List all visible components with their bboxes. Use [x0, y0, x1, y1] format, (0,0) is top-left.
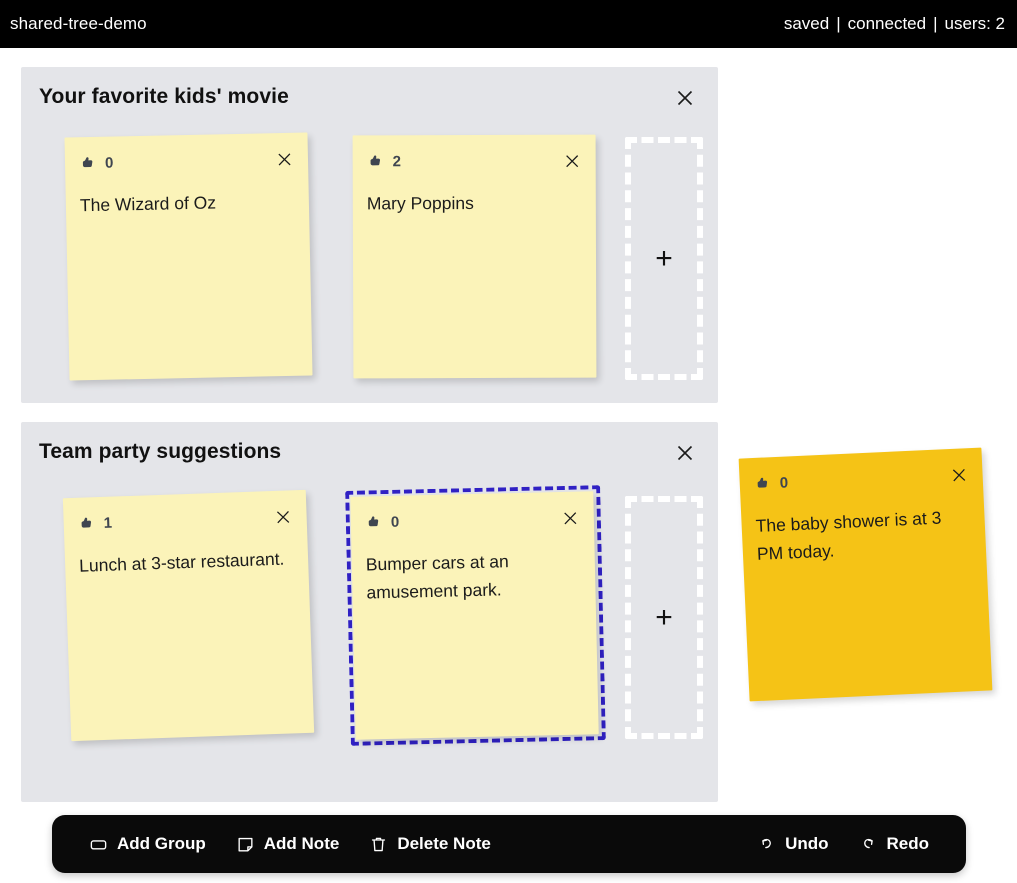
vote-count: 0	[390, 513, 400, 531]
note-text[interactable]: Mary Poppins	[367, 189, 582, 218]
note-slot: 2 Mary Poppins	[329, 134, 615, 385]
undo-label: Undo	[785, 834, 829, 853]
close-icon	[277, 152, 291, 166]
floating-note-wrapper: 0 The baby shower is at 3 PM today.	[738, 447, 993, 702]
vote-count: 0	[779, 473, 789, 492]
add-note-slot: +	[615, 135, 715, 385]
close-icon	[565, 154, 578, 167]
close-icon	[677, 90, 693, 106]
group-title-0: Your favorite kids' movie	[39, 85, 289, 108]
close-icon	[276, 510, 289, 523]
add-note-slot: +	[615, 494, 715, 744]
sticky-note-floating[interactable]: 0 The baby shower is at 3 PM today.	[738, 447, 993, 702]
thumbs-up-icon	[82, 156, 93, 167]
note-close-button[interactable]	[948, 464, 969, 485]
group-notes-row-1: 1 Lunch at 3-star restaurant. 0 Bumper c…	[43, 485, 715, 746]
redo-label: Redo	[886, 834, 930, 853]
group-title-1: Team party suggestions	[39, 440, 282, 463]
bottom-toolbar: Add Group Add Note Delete Note Undo Redo	[52, 815, 966, 873]
app-header: shared-tree-demo saved | connected | use…	[0, 0, 1017, 48]
note-slot: 0 Bumper cars at an amusement park.	[329, 485, 615, 746]
delete-note-button[interactable]: Delete Note	[354, 828, 506, 860]
note-text[interactable]: Bumper cars at an amusement park.	[365, 546, 581, 608]
sticky-note[interactable]: 0 Bumper cars at an amusement park.	[350, 491, 599, 740]
status-area: saved | connected | users: 2	[784, 14, 1005, 34]
group-panel-1[interactable]: Team party suggestions 1 Lunch at 3-star…	[21, 422, 718, 802]
note-toolbar: 1	[77, 504, 293, 535]
vote-count: 2	[392, 152, 402, 170]
thumbs-up-icon	[370, 155, 381, 165]
redo-arrow-icon	[863, 838, 873, 848]
note-text[interactable]: The baby shower is at 3 PM today.	[755, 502, 972, 568]
delete-note-label: Delete Note	[397, 834, 491, 853]
note-close-button[interactable]	[272, 506, 293, 527]
close-icon	[677, 445, 693, 461]
vote-count: 1	[103, 514, 113, 532]
vote-button[interactable]: 1	[77, 514, 112, 532]
add-note-button[interactable]: Add Note	[221, 828, 355, 860]
group-panel-0[interactable]: Your favorite kids' movie 0 The Wizard o…	[21, 67, 718, 403]
group-notes-row-0: 0 The Wizard of Oz 2 Mary Poppins +	[43, 132, 715, 385]
add-note-placeholder-1[interactable]: +	[625, 496, 703, 739]
note-close-button[interactable]	[562, 151, 582, 171]
add-note-placeholder-0[interactable]: +	[625, 137, 703, 380]
status-separator-2: |	[933, 14, 938, 33]
note-close-button[interactable]	[274, 149, 294, 169]
trash-icon	[372, 837, 386, 851]
undo-arrow-icon	[762, 838, 771, 848]
note-toolbar: 2	[367, 149, 582, 174]
note-slot: 1 Lunch at 3-star restaurant.	[43, 489, 329, 744]
note-toolbar: 0	[753, 462, 969, 496]
undo-button[interactable]: Undo	[742, 828, 843, 860]
sticky-note[interactable]: 0 The Wizard of Oz	[64, 132, 313, 381]
note-slot: 0 The Wizard of Oz	[43, 132, 329, 385]
group-close-button-0[interactable]	[674, 87, 696, 109]
board-canvas[interactable]: Your favorite kids' movie 0 The Wizard o…	[0, 48, 1017, 883]
app-title: shared-tree-demo	[10, 14, 147, 33]
add-note-label: Add Note	[263, 834, 340, 853]
vote-button[interactable]: 2	[367, 153, 401, 170]
close-icon	[563, 511, 576, 524]
note-text[interactable]: Lunch at 3-star restaurant.	[79, 544, 295, 580]
vote-count: 0	[104, 154, 114, 172]
add-group-label: Add Group	[117, 834, 206, 853]
note-toolbar: 0	[365, 506, 580, 535]
connection-status: connected	[847, 14, 927, 33]
close-icon	[952, 468, 965, 481]
sticky-note[interactable]: 2 Mary Poppins	[352, 134, 597, 379]
thumbs-up-icon	[368, 515, 379, 526]
thumbs-up-icon	[81, 517, 92, 528]
toolbar-right-group: Undo Redo	[742, 828, 944, 860]
add-group-button[interactable]: Add Group	[74, 828, 221, 860]
plus-icon: +	[655, 600, 673, 634]
note-text[interactable]: The Wizard of Oz	[80, 187, 296, 220]
toolbar-left-group: Add Group Add Note Delete Note	[74, 828, 742, 860]
status-separator-1: |	[836, 14, 841, 33]
note-toolbar: 0	[79, 147, 294, 175]
save-status: saved	[783, 14, 830, 33]
note-close-button[interactable]	[560, 508, 580, 528]
group-close-button-1[interactable]	[674, 442, 696, 464]
sticky-note[interactable]: 1 Lunch at 3-star restaurant.	[62, 489, 315, 742]
redo-button[interactable]: Redo	[844, 828, 945, 860]
vote-button[interactable]: 0	[79, 154, 114, 172]
vote-button[interactable]: 0	[753, 474, 788, 493]
vote-button[interactable]: 0	[365, 513, 400, 531]
rounded-rectangle-icon	[90, 839, 107, 850]
plus-icon: +	[655, 241, 673, 275]
users-count: users: 2	[944, 14, 1005, 33]
note-icon	[238, 837, 253, 852]
thumbs-up-icon	[757, 477, 768, 488]
